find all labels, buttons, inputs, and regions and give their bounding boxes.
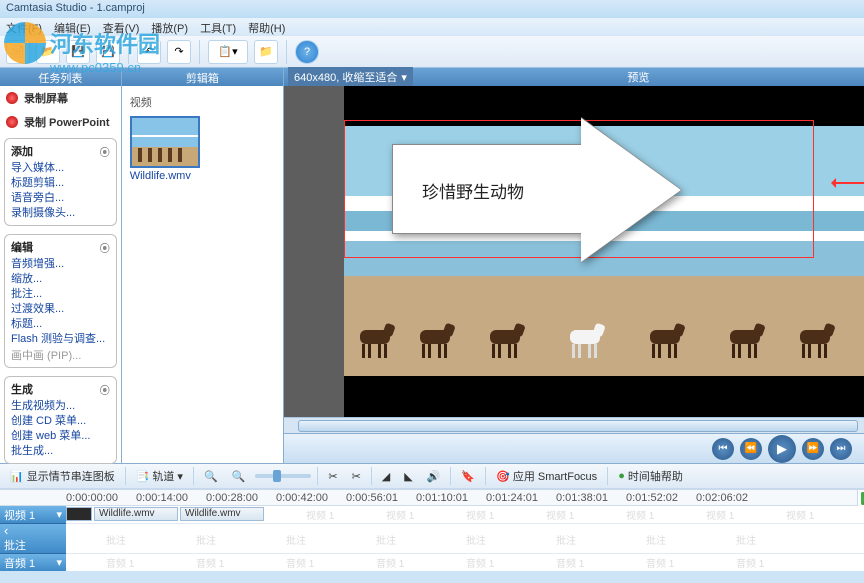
timeline-toolbar: 📊 显示情节串连图板 📑 轨道 ▾ 🔍 🔍 ✂ ✂ ◢ ◣ 🔊 🔖 🎯 应用 S… bbox=[0, 463, 864, 489]
add-title: 添加 bbox=[11, 143, 33, 159]
forward-button[interactable]: ⏩ bbox=[802, 438, 824, 460]
record-ppt-button[interactable]: 录制 PowerPoint bbox=[0, 110, 121, 134]
menu-view[interactable]: 查看(V) bbox=[103, 20, 140, 34]
callout-track-label[interactable]: ‹ 批注 bbox=[0, 524, 66, 554]
horses bbox=[344, 302, 864, 358]
menu-help[interactable]: 帮助(H) bbox=[248, 20, 285, 34]
menu-file[interactable]: 文件(F) bbox=[6, 20, 42, 34]
timeline-help-button[interactable]: ● 时间轴帮助 bbox=[614, 466, 687, 486]
smartfocus-button[interactable]: 🎯 应用 SmartFocus bbox=[492, 466, 601, 486]
clip-filename[interactable]: Wildlife.wmv bbox=[130, 170, 275, 182]
caption-link[interactable]: 标题... bbox=[11, 317, 110, 332]
preview-scrollbar[interactable] bbox=[284, 417, 864, 433]
audio-track-label[interactable]: 音频 1 ▾ bbox=[0, 554, 66, 571]
video-track-label[interactable]: 视频 1 ▾ bbox=[0, 506, 66, 524]
last-frame-button[interactable]: ⏭ bbox=[830, 438, 852, 460]
annotation-arrow bbox=[834, 182, 864, 184]
video-clip-thumb[interactable] bbox=[66, 507, 92, 521]
record-icon bbox=[6, 92, 18, 104]
tracks-dropdown[interactable]: 📑 轨道 ▾ bbox=[132, 466, 187, 486]
marker-button[interactable]: 🔖 bbox=[457, 468, 479, 485]
produce-section: 生成 ⦿ 生成视频为... 创建 CD 菜单... 创建 web 菜单... 批生… bbox=[4, 376, 117, 464]
ime-indicator[interactable]: S 五 ノ ち 刃 0:01:31:3 S 五 ノ ち bbox=[857, 490, 864, 506]
cut-button[interactable]: ✂ bbox=[324, 468, 341, 485]
collapse-icon[interactable]: ⦿ bbox=[100, 144, 110, 159]
menu-tools[interactable]: 工具(T) bbox=[200, 20, 236, 34]
clip-bin: 剪辑箱 视频 Wildlife.wmv bbox=[122, 68, 284, 463]
narration-link[interactable]: 语音旁白... bbox=[11, 191, 110, 206]
import-media-link[interactable]: 导入媒体... bbox=[11, 161, 110, 176]
clipbin-category: 视频 bbox=[130, 94, 275, 110]
video-clip-2[interactable]: Wildlife.wmv bbox=[180, 507, 264, 521]
fade-out-button[interactable]: ◣ bbox=[400, 468, 416, 485]
callout-track[interactable]: 批注 批注 批注 批注 批注 批注 批注 批注 bbox=[66, 524, 864, 554]
collapse-icon[interactable]: ⦿ bbox=[100, 382, 110, 397]
chevron-down-icon: ▾ bbox=[401, 71, 407, 84]
record-camera-link[interactable]: 录制摄像头... bbox=[11, 206, 110, 221]
produce-title: 生成 bbox=[11, 381, 33, 397]
audio-enhance-link[interactable]: 音频增强... bbox=[11, 257, 110, 272]
zoom-slider[interactable] bbox=[255, 474, 311, 478]
collapse-icon[interactable]: ⦿ bbox=[100, 240, 110, 255]
batch-produce-link[interactable]: 批生成... bbox=[11, 444, 110, 459]
task-sidebar: 任务列表 录制屏幕 录制 PowerPoint 添加 ⦿ 导入媒体... 标题剪辑… bbox=[0, 68, 122, 463]
preview-canvas[interactable]: 珍惜野生动物 bbox=[284, 86, 864, 417]
preview-header: 640x480, 收缩至适合▾ 预览 bbox=[284, 68, 864, 86]
clipbin-header: 剪辑箱 bbox=[122, 68, 283, 86]
create-cd-link[interactable]: 创建 CD 菜单... bbox=[11, 414, 110, 429]
dimensions-dropdown[interactable]: 640x480, 收缩至适合▾ bbox=[288, 67, 413, 87]
produce-video-link[interactable]: 生成视频为... bbox=[11, 399, 110, 414]
zoom-out-button[interactable]: 🔍 bbox=[228, 468, 250, 485]
save-button[interactable]: 💾 bbox=[66, 40, 90, 64]
timeline: 0:00:00:00 0:00:14:00 0:00:28:00 0:00:42… bbox=[0, 489, 864, 571]
main-area: 任务列表 录制屏幕 录制 PowerPoint 添加 ⦿ 导入媒体... 标题剪辑… bbox=[0, 68, 864, 463]
menu-edit[interactable]: 编辑(E) bbox=[54, 20, 91, 34]
tasks-header: 任务列表 bbox=[0, 68, 121, 86]
record-screen-button[interactable]: 录制屏幕 bbox=[0, 86, 121, 110]
pip-link: 画中画 (PIP)... bbox=[11, 350, 81, 362]
flash-quiz-link[interactable]: Flash 测验与调查... bbox=[11, 332, 110, 347]
edit-title: 编辑 bbox=[11, 239, 33, 255]
video-clip-1[interactable]: Wildlife.wmv bbox=[94, 507, 178, 521]
help-button[interactable]: ? bbox=[295, 40, 319, 64]
first-frame-button[interactable]: ⏮ bbox=[712, 438, 734, 460]
main-toolbar: 📄 📂 💾 💾 ↶ ↷ 📋▾ 📁 ? bbox=[0, 36, 864, 68]
play-button[interactable]: ▶ bbox=[768, 435, 796, 463]
preview-title: 预览 bbox=[413, 69, 864, 85]
split-button[interactable]: ✂ bbox=[348, 468, 365, 485]
redo-button[interactable]: ↷ bbox=[167, 40, 191, 64]
fade-in-button[interactable]: ◢ bbox=[378, 468, 394, 485]
transition-link[interactable]: 过渡效果... bbox=[11, 302, 110, 317]
menu-play[interactable]: 播放(P) bbox=[151, 20, 188, 34]
record-icon bbox=[6, 116, 18, 128]
new-button[interactable]: 📄 bbox=[6, 40, 30, 64]
audio-tool-button[interactable]: 🔊 bbox=[423, 468, 445, 485]
undo-button[interactable]: ↶ bbox=[137, 40, 161, 64]
title-clip-link[interactable]: 标题剪辑... bbox=[11, 176, 110, 191]
callout-text: 珍惜野生动物 bbox=[422, 178, 524, 203]
video-track[interactable]: Wildlife.wmv Wildlife.wmv 视频 1 视频 1 视频 1… bbox=[66, 506, 864, 524]
open-button[interactable]: 📂 bbox=[36, 40, 60, 64]
playback-controls: ⏮ ⏪ ▶ ⏩ ⏭ bbox=[284, 433, 864, 463]
title-bar: Camtasia Studio - 1.camproj bbox=[0, 0, 864, 18]
callout-arrow[interactable]: 珍惜野生动物 bbox=[392, 124, 692, 254]
callout-link[interactable]: 批注... bbox=[11, 287, 110, 302]
list-dropdown[interactable]: 📋▾ bbox=[208, 40, 248, 64]
zoom-in-button[interactable]: 🔍 bbox=[200, 468, 222, 485]
edit-section: 编辑 ⦿ 音频增强... 缩放... 批注... 过渡效果... 标题... Fl… bbox=[4, 234, 117, 368]
zoom-link[interactable]: 缩放... bbox=[11, 272, 110, 287]
preview-panel: 640x480, 收缩至适合▾ 预览 bbox=[284, 68, 864, 463]
create-web-link[interactable]: 创建 web 菜单... bbox=[11, 429, 110, 444]
storyboard-button[interactable]: 📊 显示情节串连图板 bbox=[6, 466, 119, 486]
add-section: 添加 ⦿ 导入媒体... 标题剪辑... 语音旁白... 录制摄像头... bbox=[4, 138, 117, 226]
rewind-button[interactable]: ⏪ bbox=[740, 438, 762, 460]
menu-bar: 文件(F) 编辑(E) 查看(V) 播放(P) 工具(T) 帮助(H) bbox=[0, 18, 864, 36]
audio-track[interactable]: 音频 1 音频 1 音频 1 音频 1 音频 1 音频 1 音频 1 音频 1 bbox=[66, 554, 864, 571]
video-frame: 珍惜野生动物 bbox=[344, 86, 864, 417]
clip-thumbnail[interactable] bbox=[130, 116, 200, 168]
time-ruler[interactable]: 0:00:00:00 0:00:14:00 0:00:28:00 0:00:42… bbox=[0, 490, 864, 506]
import-button[interactable]: 📁 bbox=[254, 40, 278, 64]
save-as-button[interactable]: 💾 bbox=[96, 40, 120, 64]
